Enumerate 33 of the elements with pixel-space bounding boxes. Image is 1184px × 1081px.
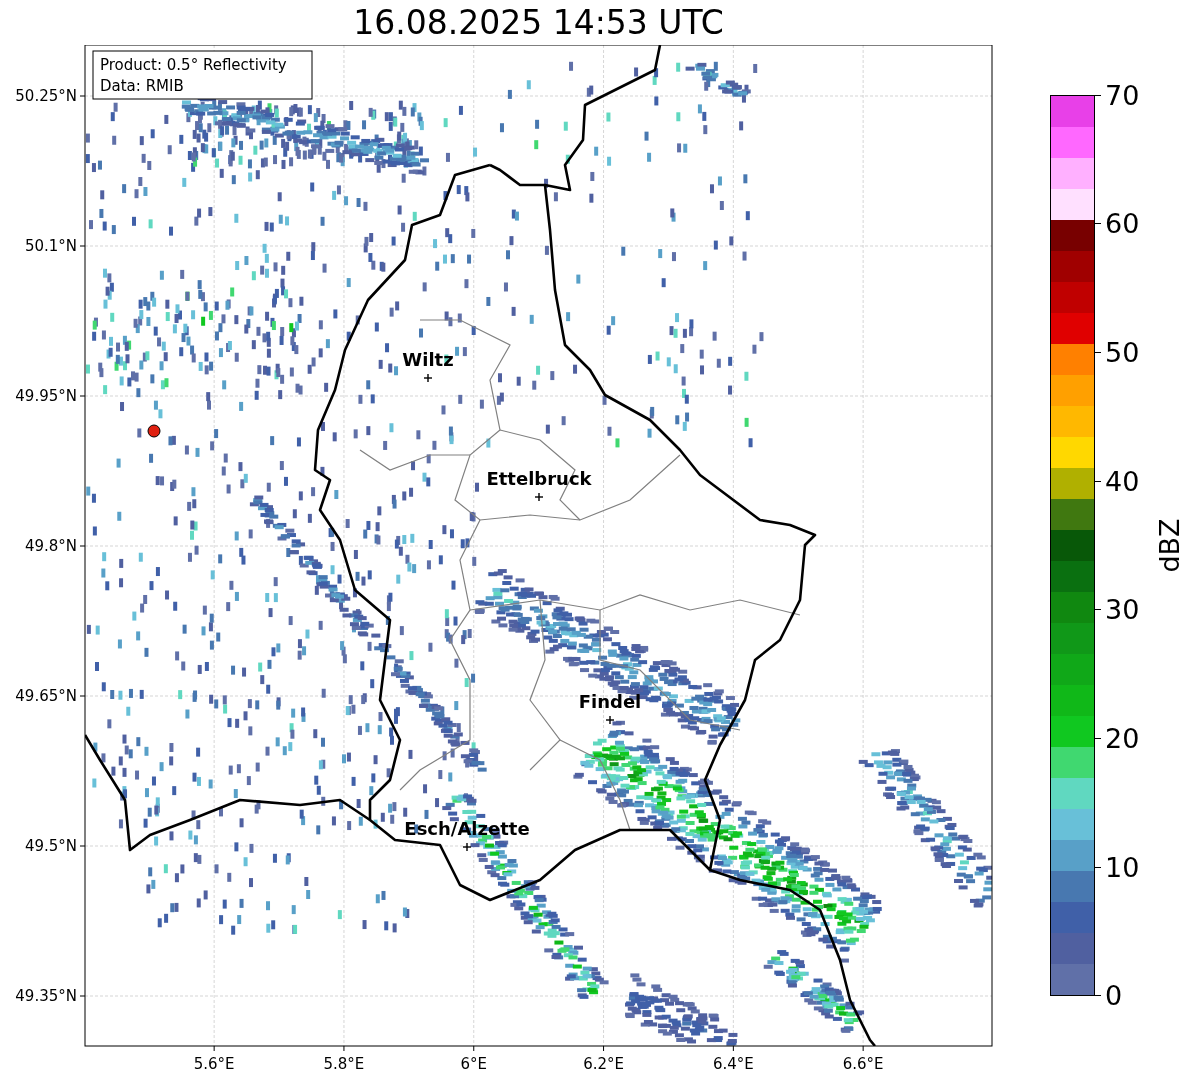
longitude-label: 6°E [460, 1055, 487, 1073]
colorbar-tick-label: 70 [1105, 81, 1140, 109]
longitude-label: 5.6°E [193, 1055, 235, 1073]
longitude-label: 6.6°E [842, 1055, 884, 1073]
latitude-label: 49.35°N [15, 987, 77, 1005]
radar-site-marker [147, 424, 161, 438]
colorbar-title: dBZ [1153, 518, 1184, 573]
colorbar-tick-label: 40 [1105, 467, 1140, 495]
plot-title: 16.08.2025 14:53 UTC [353, 6, 724, 39]
latitude-label: 50.25°N [15, 87, 77, 105]
latitude-label: 49.8°N [24, 537, 77, 555]
longitude-label: 6.4°E [712, 1055, 754, 1073]
colorbar-tick-label: 30 [1105, 596, 1140, 624]
city-label: Wiltz [402, 349, 454, 370]
latitude-label: 49.95°N [15, 387, 77, 405]
longitude-label: 5.8°E [323, 1055, 365, 1073]
city-marker-icon [462, 842, 472, 852]
colorbar-tick-label: 10 [1105, 853, 1140, 881]
colorbar-tick-label: 60 [1105, 210, 1140, 238]
info-text: Product: 0.5° Reflectivity [100, 56, 287, 74]
colorbar-tick-label: 50 [1105, 338, 1140, 366]
colorbar-tick-label: 0 [1105, 982, 1123, 1010]
latitude-label: 49.5°N [24, 837, 77, 855]
longitude-label: 6.2°E [583, 1055, 624, 1073]
latitude-label: 50.1°N [24, 237, 77, 255]
city-label: Ettelbruck [486, 468, 592, 489]
info-text: Data: RMIB [100, 77, 184, 95]
city-marker-icon [605, 715, 615, 725]
colorbar-tick-label: 20 [1105, 725, 1140, 752]
city-marker-icon [534, 492, 544, 502]
city-label: Findel [578, 691, 642, 712]
latitude-label: 49.65°N [15, 687, 77, 705]
city-marker-icon [423, 373, 433, 383]
